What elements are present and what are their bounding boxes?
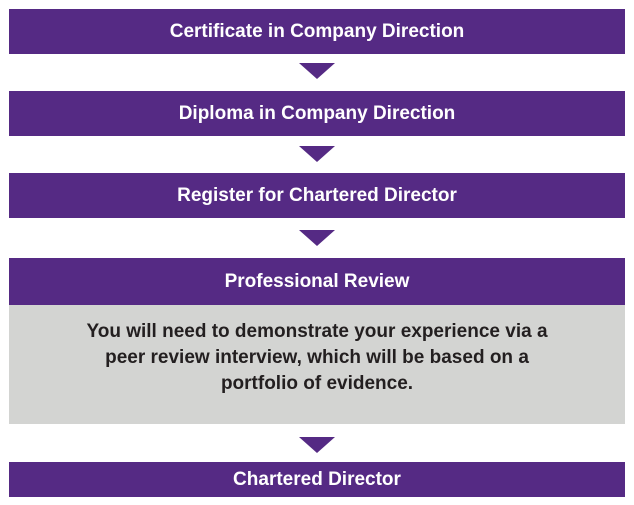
- down-arrow-icon: [299, 230, 335, 246]
- professional-review-description: You will need to demonstrate your experi…: [9, 305, 625, 424]
- down-arrow-icon: [299, 63, 335, 79]
- step-diploma: Diploma in Company Direction: [9, 91, 625, 136]
- step-professional-review: Professional Review: [9, 258, 625, 305]
- step-register: Register for Chartered Director: [9, 173, 625, 218]
- step-certificate: Certificate in Company Direction: [9, 9, 625, 54]
- down-arrow-icon: [299, 437, 335, 453]
- step-chartered-director: Chartered Director: [9, 462, 625, 497]
- down-arrow-icon: [299, 146, 335, 162]
